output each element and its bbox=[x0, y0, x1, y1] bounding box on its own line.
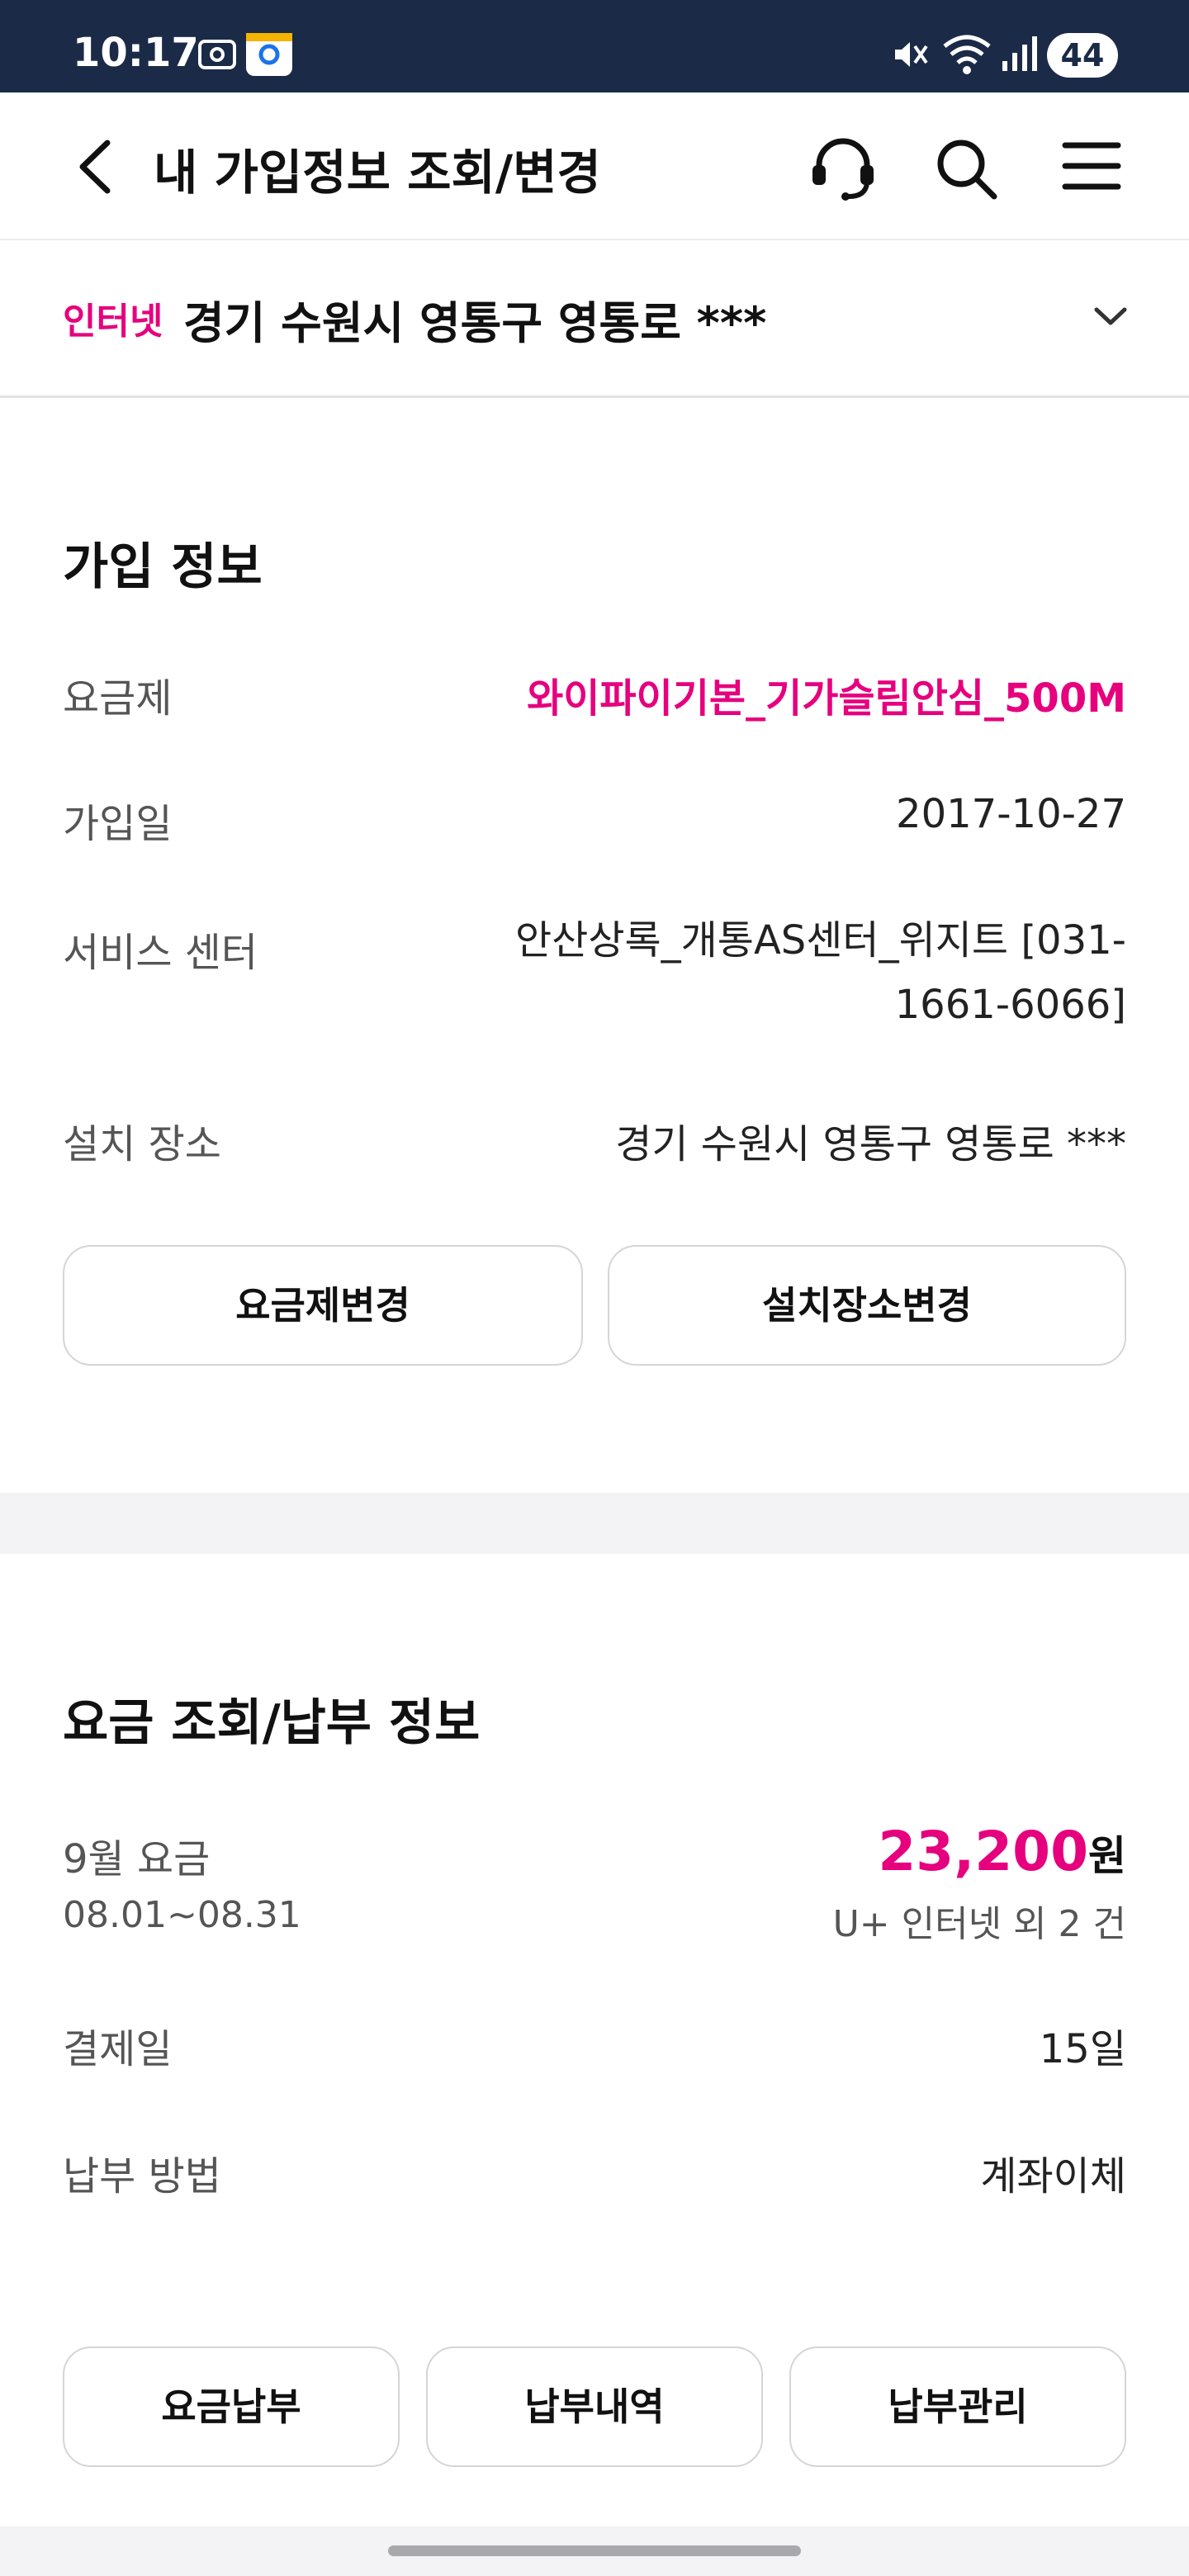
service-center-label: 서비스 센터 bbox=[63, 930, 258, 976]
wifi-icon bbox=[943, 35, 991, 74]
join-date-label: 가입일 bbox=[63, 801, 173, 847]
chevron-down-icon[interactable] bbox=[1090, 300, 1131, 333]
service-center-value: 안산상록_개통AS센터_위지트 [031-1661-6066] bbox=[515, 917, 1126, 1028]
change-location-button[interactable]: 설치장소변경 bbox=[608, 1245, 1126, 1366]
battery-indicator: 44 bbox=[1047, 33, 1118, 78]
bill-amount: 23,200원 bbox=[878, 1820, 1126, 1883]
section-title: 가입 정보 bbox=[63, 538, 263, 596]
change-plan-button[interactable]: 요금제변경 bbox=[63, 1245, 583, 1366]
bill-period: 08.01~08.31 bbox=[63, 1894, 301, 1936]
back-icon[interactable] bbox=[73, 138, 119, 196]
bill-items: U+ 인터넷 외 2 건 bbox=[832, 1903, 1126, 1945]
billing-info-section: 요금 조회/납부 정보 9월 요금 23,200원 08.01~08.31 U+… bbox=[0, 1554, 1189, 2526]
mute-icon bbox=[895, 42, 928, 67]
bill-month-label: 9월 요금 bbox=[63, 1836, 211, 1882]
app-icon bbox=[246, 33, 292, 76]
payment-method-label: 납부 방법 bbox=[63, 2153, 221, 2200]
pay-bill-button[interactable]: 요금납부 bbox=[63, 2346, 400, 2467]
payment-management-button[interactable]: 납부관리 bbox=[789, 2346, 1126, 2467]
install-location-value: 경기 수원시 영통구 영통로 *** bbox=[615, 1121, 1126, 1167]
payment-day-value: 15일 bbox=[1039, 2026, 1126, 2072]
service-selector[interactable]: 인터넷 경기 수원시 영통구 영통로 *** bbox=[0, 240, 1189, 395]
section-title: 요금 조회/납부 정보 bbox=[63, 1694, 481, 1752]
bill-amount-value: 23,200 bbox=[878, 1820, 1088, 1883]
bill-amount-unit: 원 bbox=[1088, 1832, 1126, 1880]
payment-history-button[interactable]: 납부내역 bbox=[426, 2346, 763, 2467]
app-header: 내 가입정보 조회/변경 bbox=[0, 92, 1189, 239]
subscription-info-section: 가입 정보 요금제 와이파이기본_기가슬림안심_500M 가입일 2017-10… bbox=[0, 398, 1189, 1493]
service-type-label: 인터넷 bbox=[63, 301, 163, 343]
payment-method-value: 계좌이체 bbox=[980, 2153, 1126, 2200]
service-address: 경기 수원시 영통구 영통로 *** bbox=[183, 297, 767, 349]
page-title: 내 가입정보 조회/변경 bbox=[154, 144, 601, 201]
screenshot-icon bbox=[198, 40, 236, 69]
join-date-value: 2017-10-27 bbox=[896, 791, 1126, 837]
headset-icon[interactable] bbox=[808, 134, 879, 203]
search-icon[interactable] bbox=[933, 135, 999, 201]
plan-value: 와이파이기본_기가슬림안심_500M bbox=[527, 675, 1126, 722]
install-location-label: 설치 장소 bbox=[63, 1121, 221, 1167]
payment-day-label: 결제일 bbox=[63, 2026, 173, 2072]
home-indicator[interactable] bbox=[388, 2545, 801, 2556]
status-time: 10:17 bbox=[73, 30, 199, 76]
plan-label: 요금제 bbox=[63, 675, 173, 722]
status-bar: 10:17 44 bbox=[0, 0, 1189, 92]
signal-icon bbox=[1002, 36, 1037, 71]
menu-icon[interactable] bbox=[1062, 140, 1121, 192]
